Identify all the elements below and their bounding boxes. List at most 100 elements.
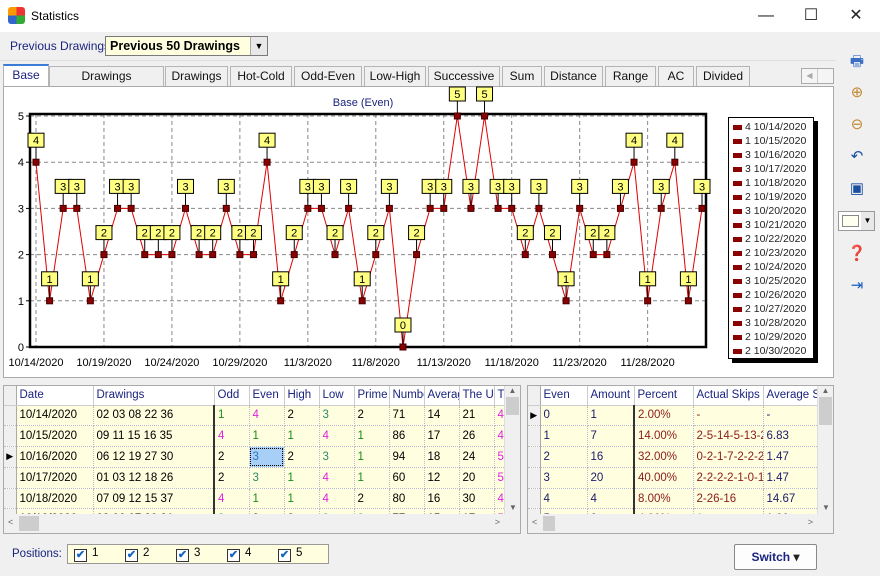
print-icon[interactable]: 🖶 [846, 51, 868, 73]
checkbox-icon[interactable]: ✔ [278, 549, 291, 562]
data-point[interactable] [440, 204, 448, 212]
cell-high[interactable]: 1 [284, 467, 320, 489]
data-point[interactable] [603, 251, 611, 259]
cell-drawings[interactable]: 06 12 19 27 30 [93, 446, 215, 468]
data-point[interactable] [236, 251, 244, 259]
data-point[interactable] [59, 204, 67, 212]
cell-average-s[interactable]: 1.47 [763, 467, 819, 489]
cell-even[interactable]: 1 [540, 425, 588, 448]
data-point[interactable] [358, 297, 366, 305]
row-selector[interactable] [4, 405, 17, 427]
cell-actual-skips[interactable]: 0-2-1-7-2-2-2-2 [693, 446, 764, 468]
data-point[interactable] [114, 204, 122, 212]
cell-low[interactable]: 4 [319, 467, 355, 489]
checkbox-icon[interactable]: ✔ [74, 549, 87, 562]
cell-low[interactable]: 3 [319, 446, 355, 468]
cell-numbe[interactable]: 71 [389, 405, 425, 427]
data-point[interactable] [671, 158, 679, 166]
cell-even[interactable]: 1 [249, 488, 285, 510]
exit-icon[interactable]: ⇥ [846, 275, 868, 297]
data-point[interactable] [209, 251, 217, 259]
cell-actual-skips[interactable]: - [693, 405, 764, 427]
cell-actual-skips[interactable]: 2-2-2-2-1-0-1-1 [693, 467, 764, 489]
cell-prime[interactable]: 1 [354, 425, 390, 448]
data-point[interactable] [657, 204, 665, 212]
cell-average-s[interactable]: 1.47 [763, 446, 819, 468]
data-point[interactable] [426, 204, 434, 212]
cell-even[interactable]: 2 [540, 446, 588, 468]
table-row[interactable]: 10/18/2020 07 09 12 15 37 4 1 1 4 2 80 16 30 4 [4, 488, 506, 510]
cell-date[interactable]: 10/14/2020 [16, 405, 94, 427]
cell-percent[interactable]: 32.00% [633, 446, 694, 468]
cell-odd[interactable]: 2 [213, 467, 250, 489]
data-point[interactable] [317, 204, 325, 212]
data-point[interactable] [562, 297, 570, 305]
cell-even[interactable]: 4 [540, 488, 588, 510]
data-point[interactable] [345, 204, 353, 212]
cell-numbe[interactable]: 80 [389, 488, 425, 510]
data-point[interactable] [249, 251, 257, 259]
cell-the-u[interactable]: 30 [459, 488, 495, 510]
cell-percent[interactable]: 14.00% [633, 425, 694, 448]
cell-percent[interactable]: 40.00% [633, 467, 694, 489]
column-header[interactable]: The U [459, 386, 495, 406]
cell-low[interactable]: 4 [319, 425, 355, 448]
cell-averag[interactable]: 17 [424, 425, 460, 448]
cell-percent[interactable]: 2.00% [633, 405, 694, 427]
data-point[interactable] [589, 251, 597, 259]
checkbox-icon[interactable]: ✔ [176, 549, 189, 562]
data-point[interactable] [182, 204, 190, 212]
cell-averag[interactable]: 18 [424, 446, 460, 468]
data-point[interactable] [46, 297, 54, 305]
data-point[interactable] [508, 204, 516, 212]
data-point[interactable] [521, 251, 529, 259]
cell-the-u[interactable]: 24 [459, 446, 495, 468]
table-row[interactable]: 21632.00%0-2-1-7-2-2-2-21.47 [528, 446, 819, 468]
cell-prime[interactable]: 2 [354, 488, 390, 510]
data-point[interactable] [154, 251, 162, 259]
minimize-button[interactable]: — [743, 0, 789, 32]
table-row[interactable]: 10/14/2020 02 03 08 22 36 1 4 2 3 2 71 14 21 4 [4, 405, 506, 427]
column-header[interactable]: Even [249, 386, 285, 406]
data-point[interactable] [127, 204, 135, 212]
help-icon[interactable]: ❓ [846, 243, 868, 265]
cell-high[interactable]: 1 [284, 425, 320, 448]
row-selector[interactable] [4, 425, 17, 448]
color-picker[interactable]: ▼ [838, 211, 875, 231]
cell-prime[interactable]: 1 [354, 467, 390, 489]
row-selector[interactable]: ▶ [528, 405, 541, 427]
table-row[interactable]: ▶ 0 1 2.00% - - [528, 405, 819, 427]
data-point[interactable] [548, 251, 556, 259]
row-selector[interactable] [4, 467, 17, 489]
cell-drawings[interactable]: 01 03 12 18 26 [93, 467, 215, 489]
undo-icon[interactable]: ↶ [846, 146, 868, 168]
cell-high[interactable]: 2 [284, 446, 320, 468]
cell-drawings[interactable]: 09 11 15 16 35 [93, 425, 215, 448]
data-point[interactable] [73, 204, 81, 212]
cell-date[interactable]: 10/17/2020 [16, 467, 94, 489]
column-header[interactable]: Numbe [389, 386, 425, 406]
column-header[interactable]: Averag [424, 386, 460, 406]
zoom-in-icon[interactable]: ⊕ [846, 82, 868, 104]
vertical-scrollbar[interactable]: ▲ ▼ [817, 386, 833, 514]
cell-actual-skips[interactable]: 2-5-14-5-13-2 [693, 425, 764, 448]
cell-amount[interactable]: 20 [587, 467, 635, 489]
cell-averag[interactable]: 16 [424, 488, 460, 510]
data-point[interactable] [290, 251, 298, 259]
cell-the-u[interactable]: 20 [459, 467, 495, 489]
data-point[interactable] [467, 204, 475, 212]
cell-even[interactable]: 3 [249, 467, 285, 489]
save-icon[interactable]: ▣ [846, 178, 868, 200]
cell-average-s[interactable]: 6.83 [763, 425, 819, 448]
cell-even[interactable]: 0 [540, 405, 588, 427]
cell-amount[interactable]: 4 [587, 488, 635, 510]
column-header[interactable]: Amount [587, 386, 635, 406]
cell-amount[interactable]: 7 [587, 425, 635, 448]
data-point[interactable] [372, 251, 380, 259]
cell-high[interactable]: 1 [284, 488, 320, 510]
cell-odd[interactable]: 4 [213, 425, 250, 448]
cell-averag[interactable]: 12 [424, 467, 460, 489]
cell-average-s[interactable]: - [763, 405, 819, 427]
data-point[interactable] [399, 343, 407, 351]
data-point[interactable] [32, 158, 40, 166]
